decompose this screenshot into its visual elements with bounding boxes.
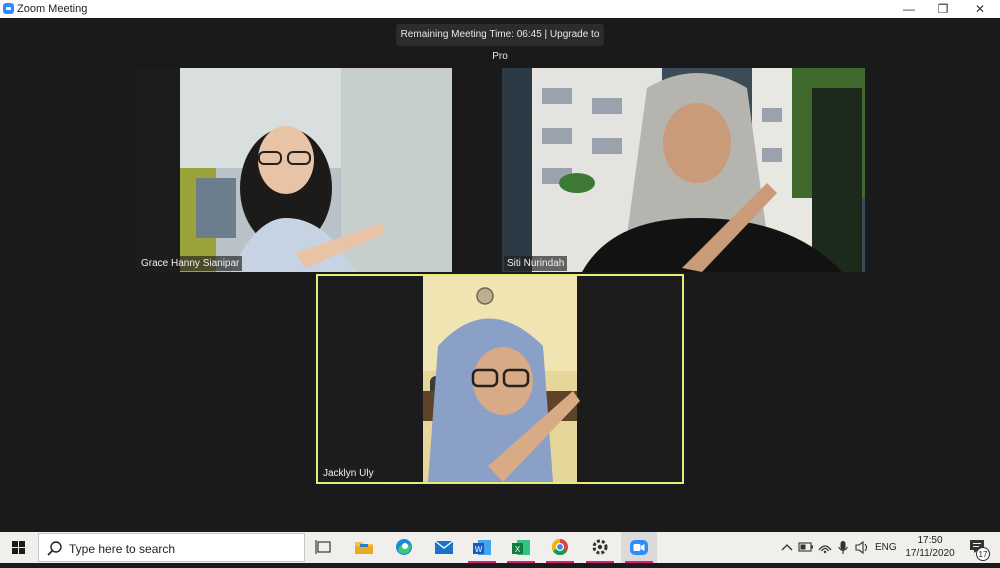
system-clock[interactable]: 17:50 17/11/2020: [900, 534, 960, 560]
edge-icon: [396, 539, 412, 555]
participant-name-jacklyn: Jacklyn Uly: [320, 466, 377, 481]
folder-icon: [355, 542, 373, 554]
settings-button[interactable]: [582, 532, 618, 563]
zoom-taskbar-button[interactable]: [621, 532, 657, 563]
chrome-button[interactable]: [542, 532, 578, 563]
close-button[interactable]: ✕: [963, 0, 997, 18]
video-tile-jacklyn-active-speaker[interactable]: Jacklyn Uly: [316, 274, 684, 484]
excel-icon: X: [512, 540, 530, 555]
svg-text:X: X: [515, 545, 521, 554]
excel-button[interactable]: X: [503, 532, 539, 563]
title-bar: Zoom Meeting — ❐ ✕: [0, 0, 1000, 18]
gear-icon: [592, 539, 608, 555]
zoom-camera-icon: [630, 540, 648, 555]
minimize-button[interactable]: —: [892, 0, 926, 18]
window-title: Zoom Meeting: [17, 3, 88, 15]
taskbar-search-box[interactable]: Type here to search: [38, 533, 305, 562]
wifi-icon[interactable]: [816, 532, 834, 563]
mail-icon: [434, 540, 454, 554]
mail-button[interactable]: [426, 532, 462, 563]
restore-button[interactable]: ❐: [926, 0, 960, 18]
video-feed-jacklyn: [318, 276, 682, 482]
remaining-time-banner[interactable]: Remaining Meeting Time: 06:45 | Upgrade …: [396, 24, 604, 62]
svg-text:W: W: [475, 545, 483, 554]
action-center-button[interactable]: 17: [964, 532, 992, 563]
chrome-icon: [551, 538, 568, 556]
word-button[interactable]: W: [464, 532, 500, 563]
speaker-volume-icon[interactable]: [853, 532, 871, 563]
video-feed-siti: [502, 68, 865, 272]
participant-name-grace: Grace Hanny Sianipar: [138, 256, 243, 271]
task-view-icon: [315, 540, 331, 554]
battery-icon[interactable]: [797, 532, 815, 563]
windows-taskbar: Type here to search W X ENG 17:50 17/11/…: [0, 532, 1000, 563]
start-button[interactable]: [0, 532, 36, 563]
file-explorer-button[interactable]: [346, 532, 382, 563]
input-language-indicator[interactable]: ENG: [875, 532, 897, 563]
clock-time: 17:50: [917, 535, 943, 546]
search-icon: [47, 541, 62, 556]
microphone-icon[interactable]: [835, 532, 851, 563]
search-placeholder: Type here to search: [69, 542, 176, 556]
video-tile-grace[interactable]: Grace Hanny Sianipar: [136, 68, 452, 272]
windows-logo-icon: [12, 541, 25, 554]
video-tile-siti[interactable]: Siti Nurindah: [502, 68, 865, 272]
word-icon: W: [473, 540, 491, 555]
clock-date: 17/11/2020: [905, 548, 955, 559]
participant-name-siti: Siti Nurindah: [504, 256, 568, 271]
task-view-button[interactable]: [306, 532, 342, 563]
zoom-app-icon: [3, 3, 14, 14]
meeting-view: Remaining Meeting Time: 06:45 | Upgrade …: [0, 18, 1000, 532]
video-feed-grace: [136, 68, 452, 272]
show-hidden-icons-chevron-icon[interactable]: [778, 532, 796, 563]
edge-browser-button[interactable]: [386, 532, 422, 563]
notification-count-badge: 17: [976, 547, 990, 561]
